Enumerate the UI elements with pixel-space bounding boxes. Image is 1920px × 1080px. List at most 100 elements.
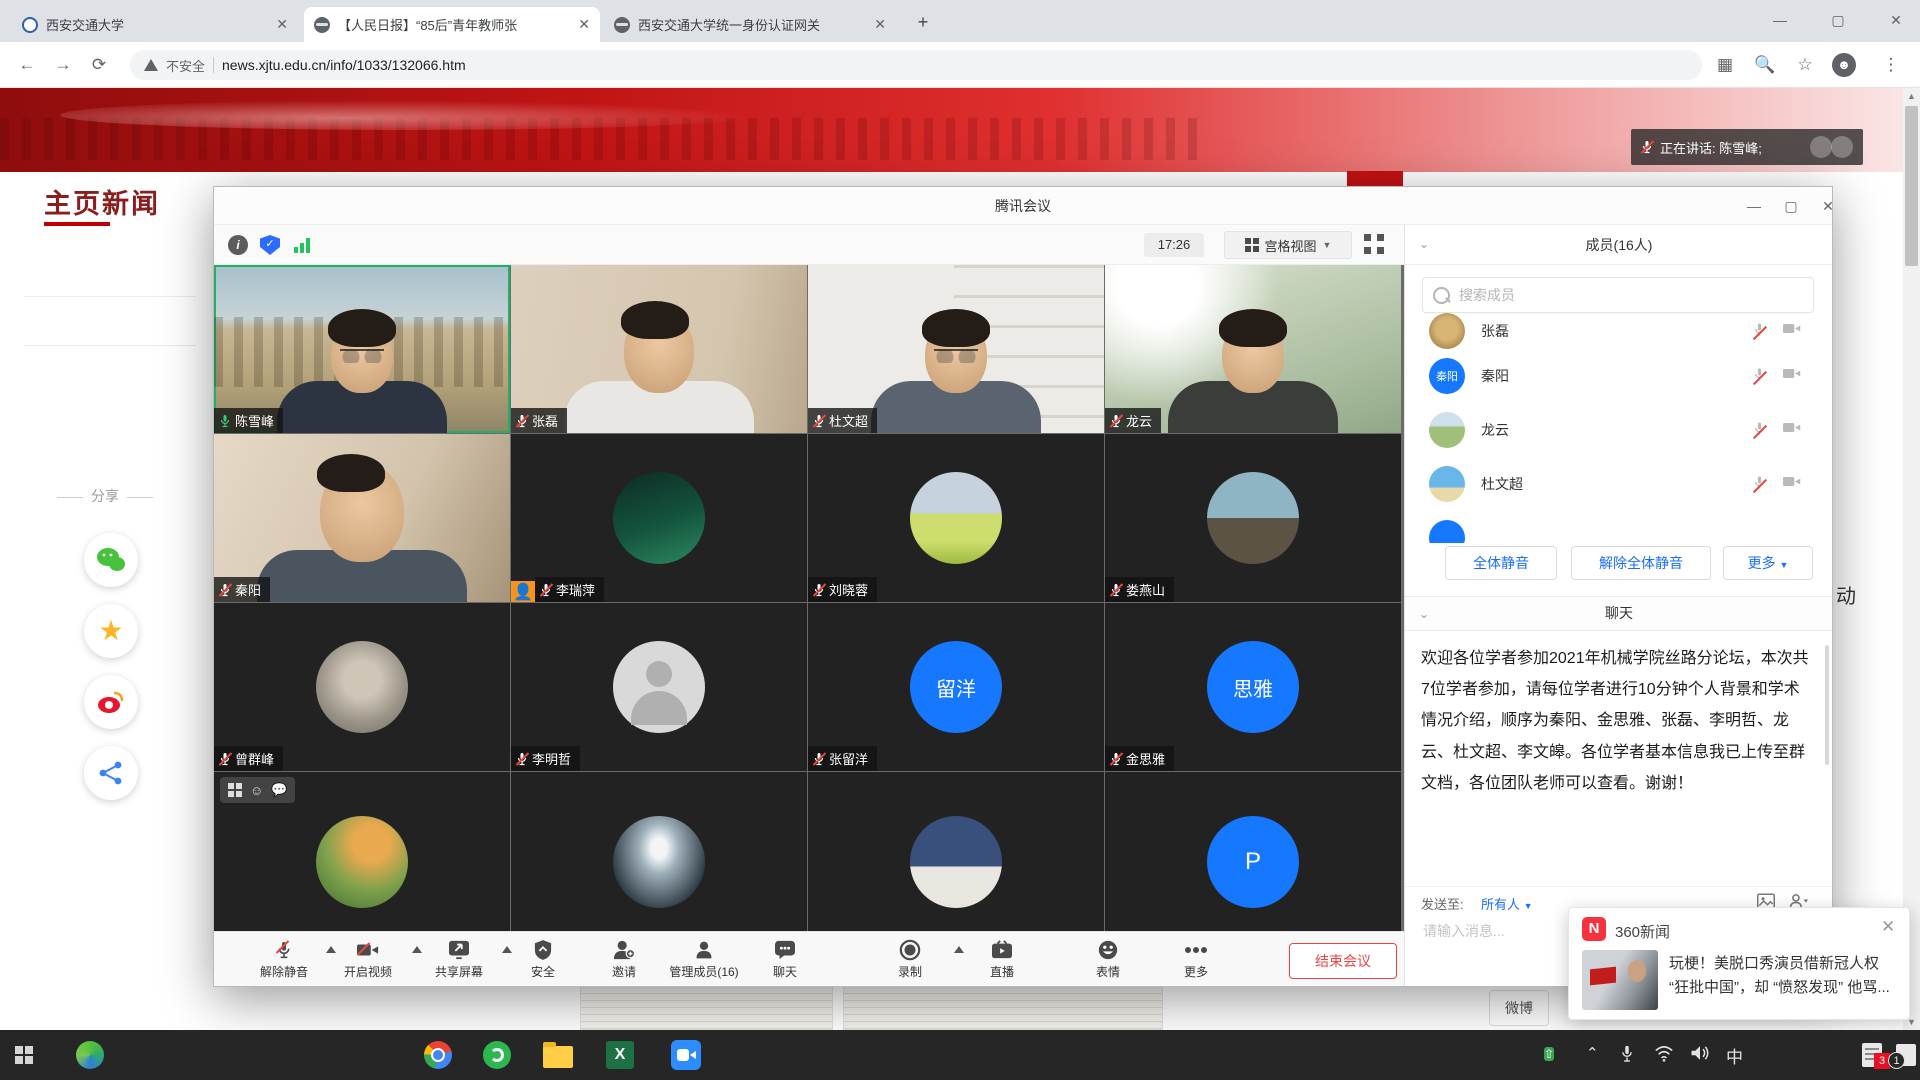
member-row[interactable]: 秦阳 秦阳 xyxy=(1405,349,1832,403)
meeting-close-button[interactable]: ✕ xyxy=(1815,195,1841,217)
video-tile[interactable]: 陈雪峰 xyxy=(214,265,510,433)
meeting-titlebar[interactable]: 腾讯会议 xyxy=(214,187,1832,225)
profile-avatar[interactable]: ☻ xyxy=(1832,53,1856,77)
collapse-chevron-icon[interactable]: ⌄ xyxy=(1419,237,1429,251)
chat-button[interactable]: 聊天 xyxy=(737,937,833,980)
tray-expand-chevron-icon[interactable]: ⌃ xyxy=(1586,1044,1599,1062)
forward-icon[interactable]: → xyxy=(50,52,76,78)
video-tile[interactable]: 娄燕山 xyxy=(1105,434,1401,602)
member-row[interactable] xyxy=(1405,511,1832,543)
video-tile[interactable]: 留洋 金思雅张留洋 xyxy=(808,603,1104,771)
chat-messages[interactable]: 欢迎各位学者参加2021年机械学院丝路分论坛，本次共7位学者参加，请每位学者进行… xyxy=(1405,631,1832,886)
grid-view-button[interactable]: 宫格视图 ▼ xyxy=(1224,231,1352,259)
member-search-input[interactable] xyxy=(1457,286,1803,304)
bookmark-star-icon[interactable]: ☆ xyxy=(1792,52,1818,78)
video-tile[interactable]: 杜文超 xyxy=(808,265,1104,433)
share-link-icon[interactable] xyxy=(84,746,138,800)
browser-minimize-button[interactable]: — xyxy=(1765,6,1795,34)
member-list[interactable]: 张磊 秦阳 秦阳 龙云 杜文超 xyxy=(1405,313,1832,543)
tray-volume-icon[interactable] xyxy=(1690,1044,1710,1066)
meeting-security-shield-icon[interactable]: ✓ xyxy=(260,235,280,255)
video-tile[interactable] xyxy=(511,772,807,931)
taskbar-360-browser-icon[interactable] xyxy=(74,1039,106,1071)
fullscreen-icon[interactable] xyxy=(1364,234,1384,254)
address-bar[interactable]: 不安全 news.xjtu.edu.cn/info/1033/132066.ht… xyxy=(130,50,1702,80)
share-screen-button[interactable]: 共享屏幕 xyxy=(411,937,507,980)
tab-auth-gateway[interactable]: 西安交通大学统一身份认证网关 ✕ xyxy=(604,7,896,42)
tray-network-icon[interactable] xyxy=(1654,1044,1674,1066)
back-icon[interactable]: ← xyxy=(14,52,40,78)
video-tile[interactable]: 曾群峰 xyxy=(214,603,510,771)
start-video-button[interactable]: 开启视频 xyxy=(320,937,416,980)
quick-reaction-bar[interactable]: ☺ 💬 xyxy=(220,777,295,803)
browser-close-button[interactable]: ✕ xyxy=(1881,6,1911,34)
tray-mic-icon[interactable] xyxy=(1620,1044,1634,1068)
unmute-button[interactable]: 解除静音 xyxy=(236,937,332,980)
end-meeting-button[interactable]: 结束会议 xyxy=(1289,943,1397,979)
chat-scrollbar-thumb[interactable] xyxy=(1825,645,1829,765)
scrollbar-thumb[interactable] xyxy=(1905,106,1918,266)
unmute-all-button[interactable]: 解除全体静音 xyxy=(1571,546,1711,580)
favorite-star-share-icon[interactable]: ★ xyxy=(84,604,138,658)
avatar xyxy=(1429,412,1465,448)
page-scrollbar[interactable]: ▲ ▼ xyxy=(1903,88,1920,1030)
video-tile[interactable]: 思雅 金思雅 xyxy=(1105,603,1401,771)
video-tile[interactable]: 刘晓蓉 xyxy=(808,434,1104,602)
weibo-share-icon[interactable] xyxy=(84,675,138,729)
tab-group-icon[interactable]: ▦ xyxy=(1712,52,1738,78)
video-tile[interactable] xyxy=(808,772,1104,931)
meeting-maximize-button[interactable]: ▢ xyxy=(1778,195,1804,217)
video-tile[interactable]: P xyxy=(1105,772,1401,931)
taskbar-tencent-meeting-icon[interactable] xyxy=(670,1039,702,1071)
network-signal-icon[interactable] xyxy=(294,237,310,253)
browser-maximize-button[interactable]: ▢ xyxy=(1823,6,1853,34)
reactions-button[interactable]: 表情 xyxy=(1060,937,1156,980)
collapse-chevron-icon[interactable]: ⌄ xyxy=(1419,607,1429,621)
tray-usb-icon[interactable]: ⇧ xyxy=(1544,1043,1554,1065)
video-tile[interactable]: ☺ 💬 xyxy=(214,772,510,931)
more-members-button[interactable]: 更多 ▼ xyxy=(1723,546,1813,580)
smiley-icon[interactable]: ☺ xyxy=(250,783,263,798)
start-button[interactable] xyxy=(8,1039,40,1071)
chat-bubble-icon[interactable]: 💬 xyxy=(271,782,287,798)
zoom-icon[interactable]: 🔍 xyxy=(1752,52,1778,78)
record-button[interactable]: 录制 xyxy=(862,937,958,980)
member-row[interactable]: 杜文超 xyxy=(1405,457,1832,511)
video-tile[interactable]: 张磊 xyxy=(511,265,807,433)
menu-dots-icon[interactable]: ⋮ xyxy=(1878,52,1904,78)
weibo-button[interactable]: 微博 xyxy=(1489,990,1549,1026)
taskbar-file-explorer-icon[interactable] xyxy=(542,1039,574,1071)
video-tile[interactable]: 龙云 xyxy=(1105,265,1401,433)
meeting-info-icon[interactable]: i xyxy=(228,235,248,255)
scroll-up-icon[interactable]: ▲ xyxy=(1903,88,1920,104)
news-popup[interactable]: N 360新闻 ✕ 玩梗！美脱口秀演员借新冠人权 “狂批中国”，却 “愤怒发现”… xyxy=(1568,907,1910,1020)
video-tile[interactable]: 👤 李瑞萍 xyxy=(511,434,807,602)
tab-xjtu[interactable]: 西安交通大学 ✕ xyxy=(12,7,298,42)
tab-close-icon[interactable]: ✕ xyxy=(874,16,886,33)
taskbar-excel-icon[interactable]: X xyxy=(604,1039,636,1071)
more-button[interactable]: 更多 xyxy=(1148,937,1244,980)
tab-close-icon[interactable]: ✕ xyxy=(276,16,288,33)
tab-people-daily-article[interactable]: 【人民日报】“85后”青年教师张 ✕ xyxy=(304,7,600,42)
video-tile[interactable]: 秦阳 xyxy=(214,434,510,602)
reload-icon[interactable]: ⟳ xyxy=(86,52,112,78)
video-tile[interactable]: 李明哲 xyxy=(511,603,807,771)
wechat-share-icon[interactable] xyxy=(84,533,138,587)
action-center-icon[interactable]: 1 xyxy=(1896,1044,1916,1066)
tray-news-icon[interactable]: 3 xyxy=(1862,1043,1882,1067)
taskbar-chrome-icon[interactable] xyxy=(422,1039,454,1071)
send-to-selector[interactable]: 所有人 ▼ xyxy=(1481,894,1533,913)
member-row[interactable]: 龙云 xyxy=(1405,403,1832,457)
tray-ime-indicator[interactable]: 中 xyxy=(1726,1043,1743,1068)
layout-icon[interactable] xyxy=(228,783,242,797)
tab-close-icon[interactable]: ✕ xyxy=(578,16,590,33)
member-search-box[interactable] xyxy=(1422,277,1814,313)
meeting-minimize-button[interactable]: — xyxy=(1741,195,1767,217)
live-stream-button[interactable]: 直播 xyxy=(954,937,1050,980)
popup-close-icon[interactable]: ✕ xyxy=(1881,917,1895,937)
news-headline[interactable]: 玩梗！美脱口秀演员借新冠人权 “狂批中国”，却 “愤怒发现” 他骂... xyxy=(1669,952,1899,1000)
mute-all-button[interactable]: 全体静音 xyxy=(1445,546,1557,580)
new-tab-button[interactable]: + xyxy=(912,12,934,34)
taskbar-360-safe-browser-icon[interactable] xyxy=(481,1039,513,1071)
news-thumbnail[interactable] xyxy=(1582,950,1658,1010)
